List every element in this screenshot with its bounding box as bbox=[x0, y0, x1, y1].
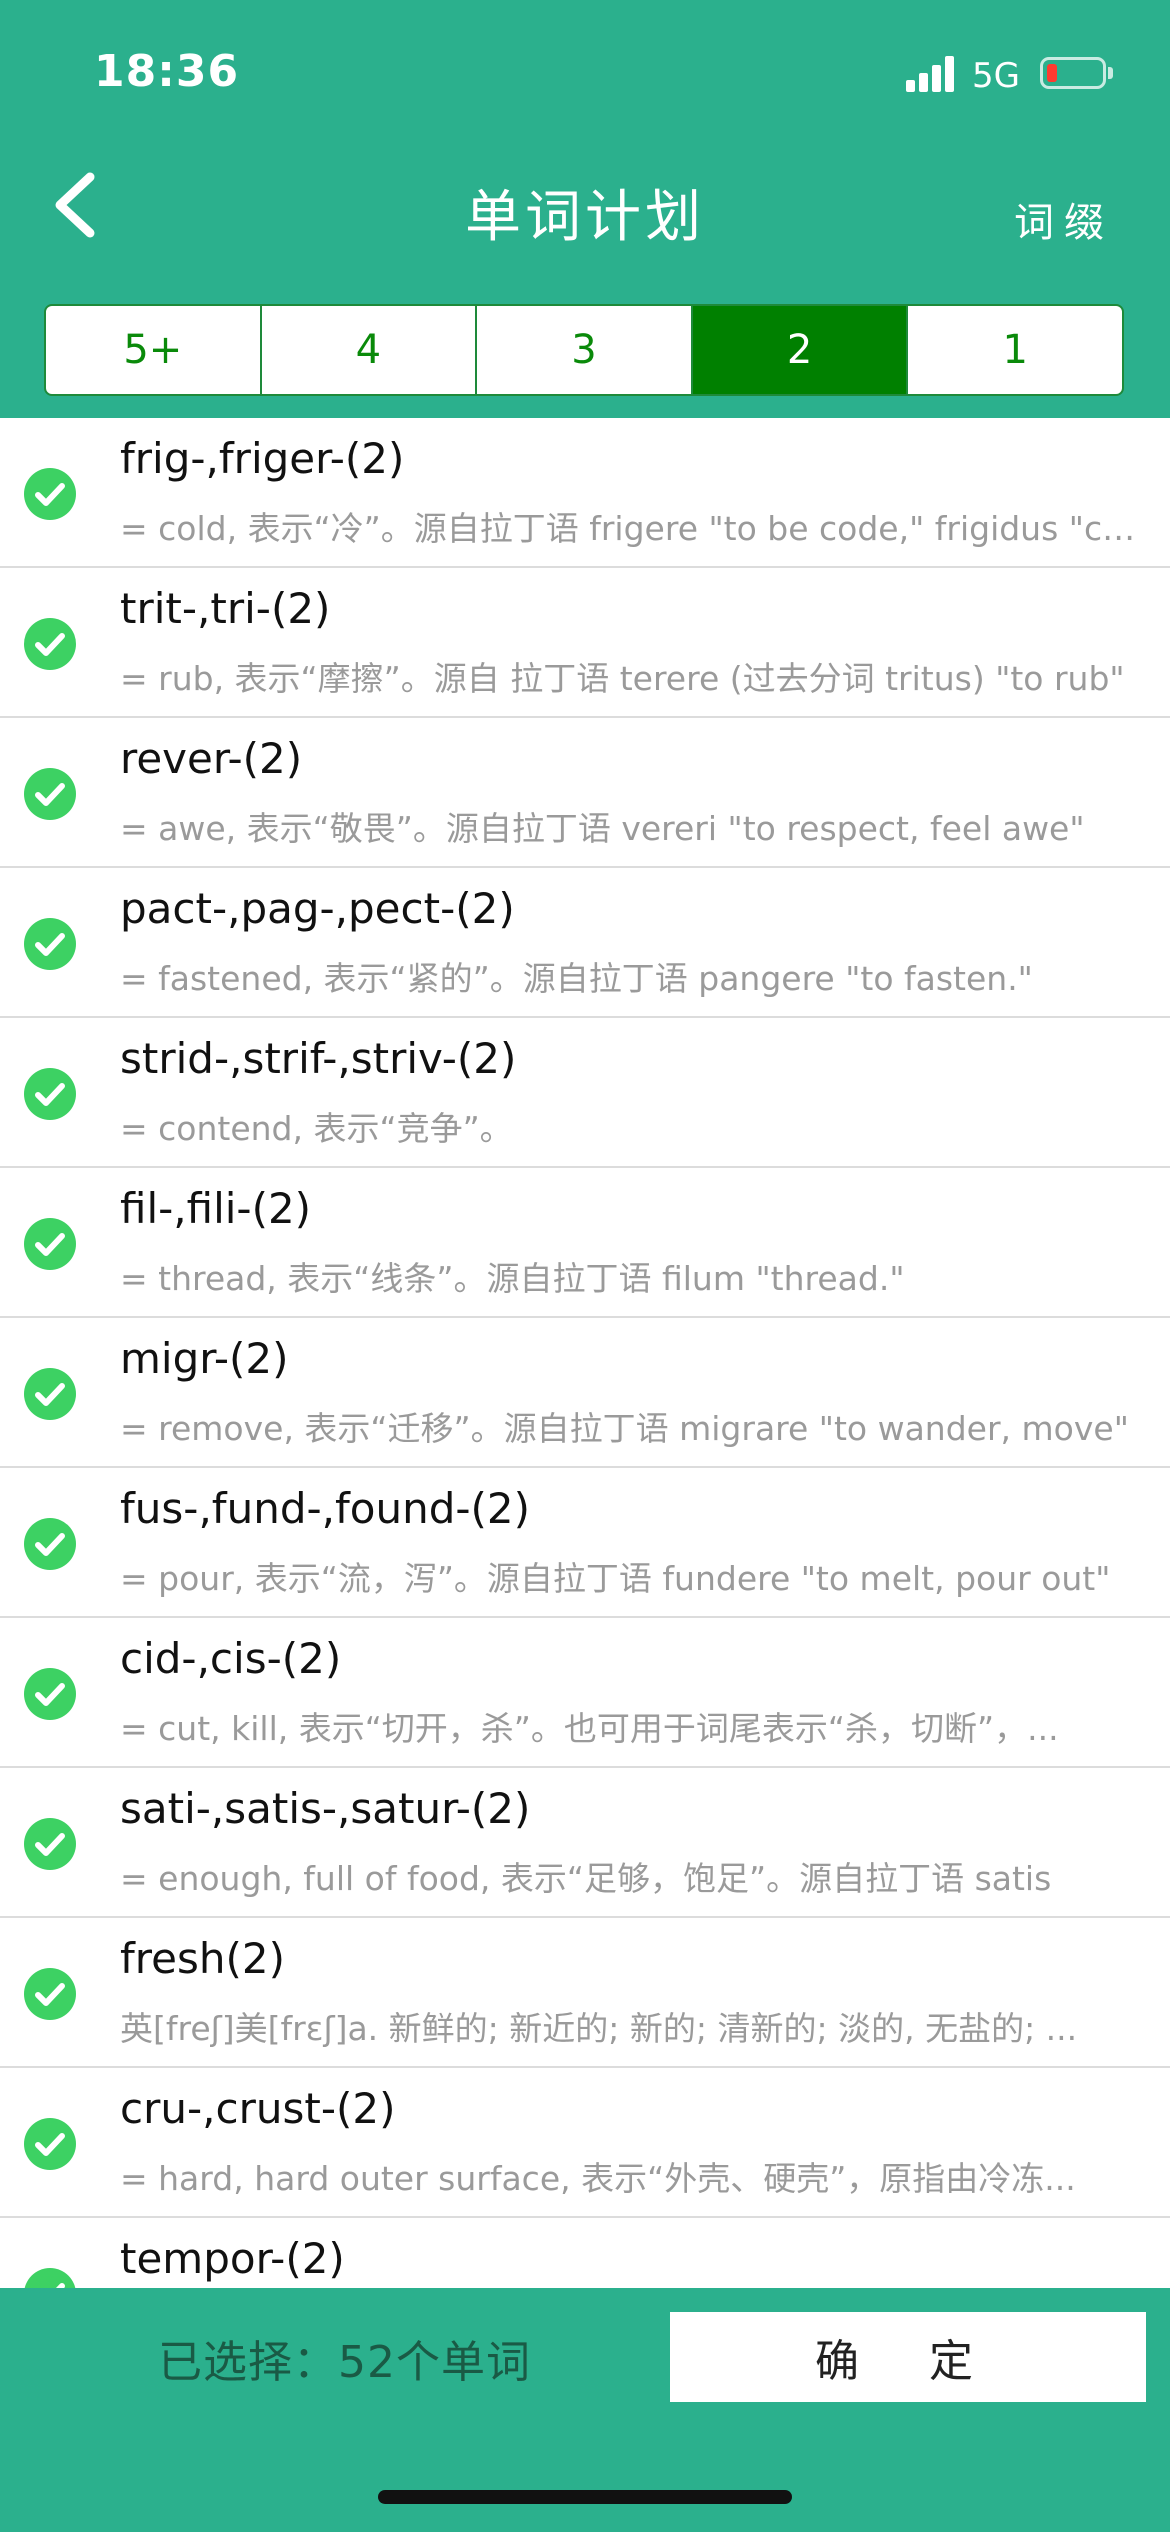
tab-3[interactable]: 3 bbox=[477, 306, 693, 394]
item-title: cru-,crust-(2) bbox=[120, 2084, 396, 2133]
item-title: tempor-(2) bbox=[120, 2234, 345, 2283]
checkmark-icon[interactable] bbox=[24, 768, 76, 820]
item-subtitle: = fastened, 表示“紧的”。源自拉丁语 pangere "to fas… bbox=[120, 959, 1033, 998]
list-item[interactable]: cid-,cis-(2) = cut, kill, 表示“切开，杀”。也可用于词尾… bbox=[0, 1618, 1170, 1768]
checkmark-icon[interactable] bbox=[24, 1218, 76, 1270]
list-item[interactable]: rever-(2) = awe, 表示“敬畏”。源自拉丁语 vereri "to … bbox=[0, 718, 1170, 868]
list-item[interactable]: cru-,crust-(2) = hard, hard outer surface… bbox=[0, 2068, 1170, 2218]
list-item[interactable]: sati-,satis-,satur-(2) = enough, full of … bbox=[0, 1768, 1170, 1918]
tab-5-plus[interactable]: 5+ bbox=[46, 306, 262, 394]
item-subtitle: = rub, 表示“摩擦”。源自 拉丁语 terere (过去分词 tritus… bbox=[120, 659, 1125, 698]
affix-list[interactable]: frig-,friger-(2) = cold, 表示“冷”。源自拉丁语 frig… bbox=[0, 418, 1170, 2288]
tab-1[interactable]: 1 bbox=[908, 306, 1122, 394]
list-item[interactable]: frig-,friger-(2) = cold, 表示“冷”。源自拉丁语 frig… bbox=[0, 418, 1170, 568]
list-item[interactable]: pact-,pag-,pect-(2) = fastened, 表示“紧的”。源自… bbox=[0, 868, 1170, 1018]
page-title: 单词计划 bbox=[465, 185, 705, 250]
checkmark-icon[interactable] bbox=[24, 1668, 76, 1720]
checkmark-icon[interactable] bbox=[24, 618, 76, 670]
item-title: rever-(2) bbox=[120, 734, 303, 783]
selected-count: 已选择：52个单词 bbox=[158, 2337, 531, 2388]
home-indicator bbox=[378, 2490, 792, 2504]
confirm-button[interactable]: 确 定 bbox=[670, 2312, 1146, 2402]
list-item[interactable]: trit-,tri-(2) = rub, 表示“摩擦”。源自 拉丁语 terere… bbox=[0, 568, 1170, 718]
checkmark-icon[interactable] bbox=[24, 468, 76, 520]
status-bar: 18:36 5G bbox=[0, 0, 1170, 150]
item-title: migr-(2) bbox=[120, 1334, 289, 1383]
checkmark-icon[interactable] bbox=[24, 2268, 76, 2288]
header: 18:36 5G 单词计划 词缀 5+ 4 3 2 1 bbox=[0, 0, 1170, 418]
item-subtitle: = cut, kill, 表示“切开，杀”。也可用于词尾表示“杀，切断”，... bbox=[120, 1709, 1059, 1748]
network-type: 5G bbox=[972, 56, 1020, 96]
item-subtitle: = cold, 表示“冷”。源自拉丁语 frigere "to be code,… bbox=[120, 509, 1150, 548]
item-title: pact-,pag-,pect-(2) bbox=[120, 884, 515, 933]
list-item[interactable]: fil-,fili-(2) = thread, 表示“线条”。源自拉丁语 filu… bbox=[0, 1168, 1170, 1318]
item-subtitle: = hard, hard outer surface, 表示“外壳、硬壳”，原指… bbox=[120, 2159, 1076, 2198]
checkmark-icon[interactable] bbox=[24, 1068, 76, 1120]
checkmark-icon[interactable] bbox=[24, 918, 76, 970]
tab-2[interactable]: 2 bbox=[692, 306, 909, 394]
battery-cap bbox=[1108, 67, 1113, 79]
item-subtitle: = pour, 表示“流，泻”。源自拉丁语 fundere "to melt, … bbox=[120, 1559, 1111, 1598]
item-subtitle: = enough, full of food, 表示“足够，饱足”。源自拉丁语 … bbox=[120, 1859, 1052, 1898]
affix-button[interactable]: 词缀 bbox=[1014, 190, 1114, 248]
checkmark-icon[interactable] bbox=[24, 1968, 76, 2020]
battery-icon bbox=[1040, 57, 1106, 89]
checkmark-icon[interactable] bbox=[24, 1818, 76, 1870]
group-tabs: 5+ 4 3 2 1 bbox=[44, 304, 1124, 396]
list-item[interactable]: strid-,strif-,striv-(2) = contend, 表示“竞争”… bbox=[0, 1018, 1170, 1168]
item-title: sati-,satis-,satur-(2) bbox=[120, 1784, 531, 1833]
status-time: 18:36 bbox=[94, 46, 240, 97]
list-item[interactable]: migr-(2) = remove, 表示“迁移”。源自拉丁语 migrare "… bbox=[0, 1318, 1170, 1468]
item-title: frig-,friger-(2) bbox=[120, 434, 405, 483]
list-item[interactable]: fus-,fund-,found-(2) = pour, 表示“流，泻”。源自拉丁… bbox=[0, 1468, 1170, 1618]
checkmark-icon[interactable] bbox=[24, 2118, 76, 2170]
item-subtitle: = thread, 表示“线条”。源自拉丁语 filum "thread." bbox=[120, 1259, 905, 1298]
list-item[interactable]: tempor-(2) bbox=[0, 2218, 1170, 2288]
item-title: cid-,cis-(2) bbox=[120, 1634, 342, 1683]
item-title: fil-,fili-(2) bbox=[120, 1184, 312, 1233]
checkmark-icon[interactable] bbox=[24, 1518, 76, 1570]
item-title: fus-,fund-,found-(2) bbox=[120, 1484, 531, 1533]
item-subtitle: = awe, 表示“敬畏”。源自拉丁语 vereri "to respect, … bbox=[120, 809, 1085, 848]
checkmark-icon[interactable] bbox=[24, 1368, 76, 1420]
item-subtitle: = remove, 表示“迁移”。源自拉丁语 migrare "to wande… bbox=[120, 1409, 1129, 1448]
list-item[interactable]: fresh(2) 英[freʃ]美[frɛʃ]a. 新鲜的; 新近的; 新的; 清… bbox=[0, 1918, 1170, 2068]
item-subtitle: 英[freʃ]美[frɛʃ]a. 新鲜的; 新近的; 新的; 清新的; 淡的, … bbox=[120, 2009, 1078, 2048]
item-title: trit-,tri-(2) bbox=[120, 584, 331, 633]
item-title: fresh(2) bbox=[120, 1934, 285, 1983]
item-subtitle: = contend, 表示“竞争”。 bbox=[120, 1109, 513, 1148]
signal-icon bbox=[906, 56, 958, 92]
tab-4[interactable]: 4 bbox=[262, 306, 478, 394]
item-title: strid-,strif-,striv-(2) bbox=[120, 1034, 517, 1083]
